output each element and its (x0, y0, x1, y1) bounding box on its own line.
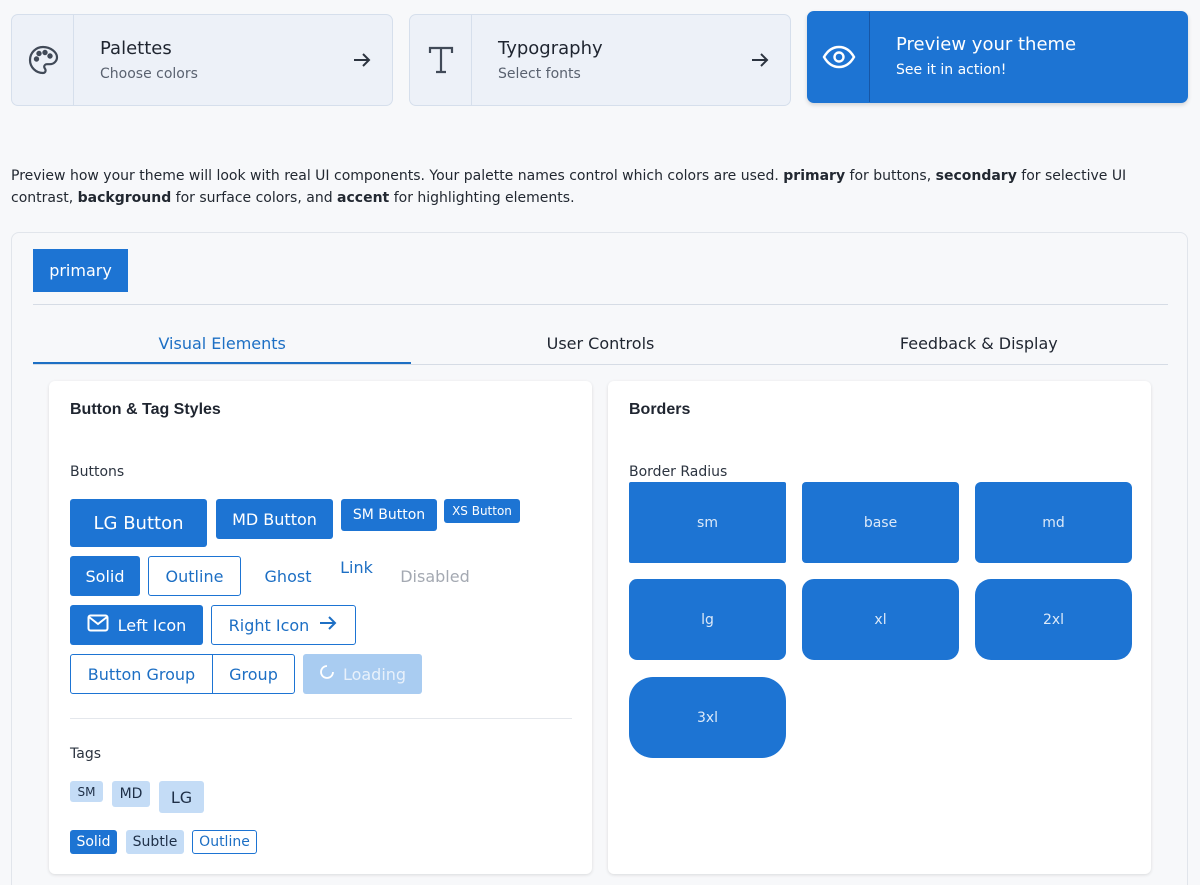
palette-tab-primary[interactable]: primary (33, 249, 128, 292)
card-title: Button & Tag Styles (70, 401, 221, 418)
intro-text: Preview how your theme will look with re… (11, 168, 1127, 206)
button-label: Right Icon (228, 615, 310, 635)
xs-button[interactable]: XS Button (444, 499, 520, 523)
tag-outline: Outline (192, 830, 257, 854)
arrow-right-icon (730, 15, 790, 105)
link-button[interactable]: Link (334, 549, 379, 585)
type-icon (410, 15, 472, 105)
spinner-icon (319, 664, 335, 684)
arrow-right-icon (332, 15, 392, 105)
solid-button[interactable]: Solid (70, 556, 140, 596)
step-subtitle: Choose colors (100, 66, 198, 82)
step-title: Typography (498, 38, 603, 59)
loading-button: Loading (303, 654, 422, 694)
radius-sample-md: md (975, 482, 1132, 563)
tag-subtle: Subtle (126, 830, 184, 854)
tab-user-controls[interactable]: User Controls (411, 329, 789, 364)
button-group-first[interactable]: Button Group (70, 654, 213, 694)
button-group-second[interactable]: Group (212, 654, 295, 694)
tags-label: Tags (70, 746, 101, 762)
sm-button[interactable]: SM Button (341, 499, 437, 531)
mail-icon (87, 614, 109, 636)
md-button[interactable]: MD Button (216, 499, 333, 539)
button-label: Left Icon (117, 615, 187, 635)
arrow-right-icon (318, 614, 338, 636)
radius-sample-lg: lg (629, 579, 786, 660)
palette-icon (12, 15, 74, 105)
radius-sample-sm: sm (629, 482, 786, 563)
step-card-palettes[interactable]: Palettes Choose colors (11, 14, 393, 106)
step-subtitle: See it in action! (896, 62, 1007, 78)
borders-card: Borders Border Radius sm base md lg xl 2… (608, 381, 1151, 874)
radius-sample-3xl: 3xl (629, 677, 786, 758)
tag-sm: SM (70, 781, 103, 802)
button-label: Loading (342, 664, 407, 684)
tab-visual-elements[interactable]: Visual Elements (33, 329, 412, 364)
eye-icon (808, 12, 870, 102)
left-icon-button[interactable]: Left Icon (70, 605, 203, 645)
divider (70, 718, 572, 719)
disabled-button: Disabled (400, 566, 470, 586)
step-card-typography[interactable]: Typography Select fonts (409, 14, 791, 106)
radius-sample-base: base (802, 482, 959, 563)
preview-tabs: Visual Elements User Controls Feedback &… (33, 329, 1168, 365)
preview-panel: primary Visual Elements User Controls Fe… (11, 232, 1188, 885)
lg-button[interactable]: LG Button (70, 499, 207, 547)
tag-md: MD (112, 781, 150, 807)
border-radius-label: Border Radius (629, 464, 728, 480)
tab-feedback-display[interactable]: Feedback & Display (790, 329, 1168, 364)
outline-button[interactable]: Outline (148, 556, 241, 596)
ghost-button[interactable]: Ghost (249, 556, 327, 596)
button-tag-card: Button & Tag Styles Buttons LG Button MD… (49, 381, 592, 874)
divider (33, 304, 1168, 305)
radius-sample-2xl: 2xl (975, 579, 1132, 660)
tag-lg: LG (159, 781, 204, 813)
step-title: Preview your theme (896, 34, 1077, 55)
tag-solid: Solid (70, 830, 117, 854)
step-title: Palettes (100, 38, 172, 59)
step-subtitle: Select fonts (498, 66, 581, 82)
radius-sample-xl: xl (802, 579, 959, 660)
step-card-preview[interactable]: Preview your theme See it in action! (807, 11, 1188, 103)
buttons-label: Buttons (70, 464, 125, 480)
right-icon-button[interactable]: Right Icon (211, 605, 356, 645)
card-title: Borders (629, 401, 691, 418)
